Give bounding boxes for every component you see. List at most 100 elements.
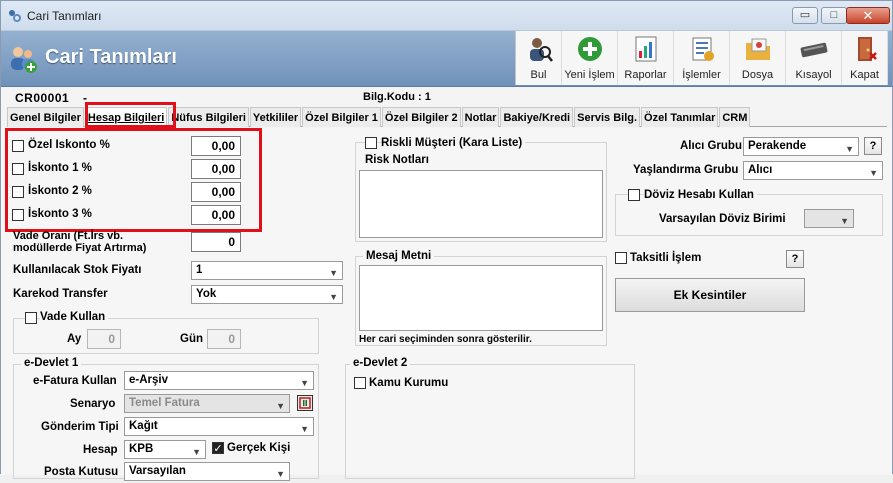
tab-service-info[interactable]: Servis Bilg. [574, 107, 641, 127]
discount-2-label: İskonto 2 % [28, 185, 92, 197]
main-toolbar: Bul Yeni İşlem Raporlar İşlemler Dosya K… [515, 31, 888, 85]
tab-general-info[interactable]: Genel Bilgiler [7, 107, 84, 127]
discount-1-checkbox[interactable] [12, 163, 24, 175]
mailbox-select[interactable]: Varsayılan ▼ [124, 462, 290, 481]
close-form-label: Kapat [850, 69, 879, 81]
close-form-button[interactable]: Kapat [842, 31, 888, 85]
mailbox-label: Posta Kutusu [44, 466, 119, 478]
close-button[interactable]: ✕ [846, 7, 890, 24]
special-discount-input[interactable]: 0,00 [191, 136, 241, 156]
operations-icon [692, 37, 714, 61]
application-window: Cari Tanımları ▭ □ ✕ Cari Tanımları Bul … [0, 0, 893, 481]
risk-notes-textarea[interactable] [359, 170, 603, 238]
chevron-down-icon: ▼ [840, 216, 849, 226]
delivery-type-select[interactable]: Kağıt ▼ [124, 417, 314, 436]
account-name-separator: - [83, 91, 87, 105]
use-maturity-checkbox[interactable] [25, 312, 37, 324]
public-institution-checkbox[interactable] [354, 377, 366, 389]
installment-help-button[interactable]: ? [786, 250, 804, 268]
chevron-down-icon: ▼ [329, 292, 338, 302]
discount-2-checkbox[interactable] [12, 186, 24, 198]
folder-icon [745, 38, 770, 60]
reports-button[interactable]: Raporlar [618, 31, 674, 85]
discount-3-input[interactable]: 0,00 [191, 205, 241, 225]
e-invoice-select[interactable]: e-Arşiv ▼ [124, 371, 314, 390]
currency-account-checkbox[interactable] [628, 189, 640, 201]
scenario-detail-button[interactable] [297, 395, 313, 411]
scenario-label: Senaryo [70, 398, 116, 410]
operations-button[interactable]: İşlemler [674, 31, 730, 85]
e-government-1-title: e-Devlet 1 [21, 357, 82, 369]
real-person-checkbox[interactable]: ✓ [212, 442, 224, 455]
chevron-down-icon: ▼ [300, 378, 309, 388]
tab-custom-info-1[interactable]: Özel Bilgiler 1 [302, 107, 381, 127]
aging-group-select[interactable]: Alıcı ▼ [743, 161, 883, 180]
search-user-icon [529, 38, 553, 62]
stock-price-value: 1 [196, 264, 203, 276]
users-add-icon [11, 47, 37, 73]
tab-strip: Genel Bilgiler Hesap Bilgileri Nüfus Bil… [7, 107, 887, 127]
message-hint: Her cari seçiminden sonra gösterilir. [359, 334, 532, 345]
day-input[interactable]: 0 [207, 329, 241, 349]
shortcut-button[interactable]: Kısayol [786, 31, 842, 85]
public-institution-label: Kamu Kurumu [369, 377, 449, 389]
discount-3-checkbox[interactable] [12, 209, 24, 221]
chevron-down-icon: ▼ [300, 424, 309, 434]
buyer-group-select[interactable]: Perakende ▼ [743, 137, 859, 156]
app-icon [9, 10, 21, 22]
month-input[interactable]: 0 [87, 329, 121, 349]
stock-price-select[interactable]: 1 ▼ [191, 261, 343, 280]
new-transaction-label: Yeni İşlem [564, 69, 615, 81]
file-label: Dosya [741, 69, 774, 81]
message-textarea[interactable] [359, 265, 603, 331]
minimize-icon: ▭ [799, 9, 811, 21]
buyer-group-help-button[interactable]: ? [864, 137, 882, 155]
delivery-type-label: Gönderim Tipi [41, 421, 119, 433]
new-transaction-button[interactable]: Yeni İşlem [562, 31, 618, 85]
title-bar: Cari Tanımları ▭ □ ✕ [1, 1, 892, 31]
account-select[interactable]: KPB ▼ [124, 440, 206, 459]
installment-label: Taksitli İşlem [630, 252, 702, 264]
special-discount-checkbox[interactable] [12, 140, 24, 152]
scenario-select[interactable]: Temel Fatura ▼ [124, 394, 290, 413]
tab-crm[interactable]: CRM [719, 107, 751, 127]
tab-custom-definitions[interactable]: Özel Tanımlar [641, 107, 719, 127]
add-plus-icon [577, 37, 602, 61]
discount-1-input[interactable]: 0,00 [191, 159, 241, 179]
discount-2-input[interactable]: 0,00 [191, 182, 241, 202]
tab-account-info[interactable]: Hesap Bilgileri [84, 107, 168, 127]
computer-code: Bilg.Kodu : 1 [363, 91, 431, 103]
maturity-group [13, 318, 319, 354]
tab-balance-credit[interactable]: Bakiye/Kredi [500, 107, 574, 127]
tab-notes[interactable]: Notlar [461, 107, 500, 127]
risky-customer-checkbox[interactable] [365, 137, 377, 149]
extra-deductions-button[interactable]: Ek Kesintiler [615, 278, 805, 312]
tab-identity-info[interactable]: Nüfus Bilgileri [168, 107, 249, 127]
day-label: Gün [180, 333, 203, 345]
qr-transfer-select[interactable]: Yok ▼ [191, 285, 343, 304]
qr-transfer-label: Karekod Transfer [13, 288, 108, 300]
account-label: Hesap [83, 444, 118, 456]
buyer-group-value: Perakende [748, 140, 807, 152]
maturity-rate-input[interactable]: 0 [191, 232, 241, 252]
discount-3-label: İskonto 3 % [28, 208, 92, 220]
maximize-button[interactable]: □ [821, 7, 847, 24]
buyer-group-label: Alıcı Grubu [680, 140, 742, 152]
find-label: Bul [530, 69, 547, 81]
tab-authorized[interactable]: Yetkililer [249, 107, 302, 127]
record-info-row: CR00001 - Bilg.Kodu : 1 [1, 88, 892, 107]
page-title: Cari Tanımları [45, 46, 177, 68]
exit-door-icon [857, 37, 877, 61]
file-button[interactable]: Dosya [730, 31, 786, 85]
chevron-down-icon: ▼ [192, 447, 201, 457]
installment-checkbox[interactable] [615, 252, 627, 264]
operations-label: İşlemler [682, 69, 721, 81]
tab-custom-info-2[interactable]: Özel Bilgiler 2 [381, 107, 461, 127]
chevron-down-icon: ▼ [276, 401, 285, 411]
find-button[interactable]: Bul [516, 31, 562, 85]
minimize-button[interactable]: ▭ [792, 7, 818, 24]
delivery-type-value: Kağıt [129, 420, 158, 432]
default-currency-select[interactable]: ▼ [804, 209, 854, 228]
tab-content: Özel Iskonto % 0,00 İskonto 1 % 0,00 İsk… [1, 128, 892, 481]
stock-price-label: Kullanılacak Stok Fiyatı [13, 264, 142, 276]
